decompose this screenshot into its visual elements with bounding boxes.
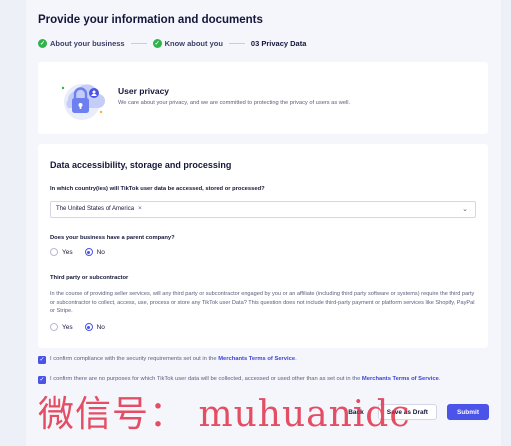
chevron-down-icon[interactable]: ⌄ <box>462 205 468 213</box>
consent-data-purpose-checkbox[interactable]: ✓ I confirm there are no purposes for wh… <box>38 375 478 384</box>
radio-selected-icon <box>84 323 93 331</box>
merchants-terms-link[interactable]: Merchants Terms of Service <box>218 356 295 362</box>
remove-tag-icon[interactable]: × <box>138 205 142 212</box>
data-accessibility-card: Data accessibility, storage and processi… <box>38 144 488 348</box>
radio-label: No <box>96 248 105 256</box>
checkbox-checked-icon[interactable]: ✓ <box>38 355 46 364</box>
radio-label: Yes <box>62 248 73 256</box>
consent-text: I confirm there are no purposes for whic… <box>50 376 441 382</box>
step-divider <box>228 43 245 44</box>
parent-company-question-label: Does your business have a parent company… <box>50 235 175 241</box>
step-label: Know about you <box>164 39 223 48</box>
privacy-lock-illustration-icon <box>61 84 105 120</box>
country-select[interactable]: The United States of America × ⌄ <box>50 201 476 218</box>
stepper: ✓ About your business ✓ Know about you 0… <box>38 39 306 48</box>
parent-company-radio-group: Yes No <box>50 248 117 256</box>
consent-security-checkbox[interactable]: ✓ I confirm compliance with the security… <box>38 355 478 364</box>
merchants-terms-link[interactable]: Merchants Terms of Service <box>362 376 439 382</box>
country-tag-label: The United States of America <box>56 205 135 212</box>
step-label: 03 Privacy Data <box>250 39 307 48</box>
step-privacy-data[interactable]: 03 Privacy Data <box>251 39 306 48</box>
third-party-description: In the course of providing seller servic… <box>50 291 475 315</box>
check-circle-icon: ✓ <box>38 39 47 48</box>
section-title: Data accessibility, storage and processi… <box>50 160 232 170</box>
parent-yes-radio[interactable]: Yes <box>50 248 73 256</box>
user-privacy-description: We care about your privacy, and we are c… <box>118 100 351 106</box>
radio-circle-icon <box>50 248 58 256</box>
check-circle-icon: ✓ <box>152 39 162 48</box>
submit-button[interactable]: Submit <box>446 404 489 420</box>
third-party-title: Third party or subcontractor <box>50 275 129 281</box>
page-title: Provide your information and documents <box>38 14 263 26</box>
step-divider <box>130 43 147 44</box>
checkbox-checked-icon[interactable]: ✓ <box>38 375 46 384</box>
radio-selected-icon <box>84 248 93 256</box>
country-question-label: In which country(ies) will TikTok user d… <box>50 186 265 192</box>
step-about-business[interactable]: ✓ About your business <box>38 39 125 48</box>
consent-text: I confirm compliance with the security r… <box>50 356 297 362</box>
country-tag: The United States of America × <box>56 205 142 212</box>
third-party-radio-group: Yes No <box>50 323 117 331</box>
third-party-no-radio[interactable]: No <box>84 323 105 331</box>
watermark-text: 微信号： muhuanidc <box>38 394 411 435</box>
radio-circle-icon <box>50 323 58 331</box>
main-panel: Provide your information and documents ✓… <box>26 0 501 446</box>
third-party-yes-radio[interactable]: Yes <box>50 323 73 331</box>
user-privacy-title: User privacy <box>118 86 170 96</box>
step-know-about-you[interactable]: ✓ Know about you <box>152 39 223 48</box>
radio-label: Yes <box>62 323 73 331</box>
step-label: About your business <box>50 39 125 48</box>
user-privacy-card: User privacy We care about your privacy,… <box>38 62 488 134</box>
parent-no-radio[interactable]: No <box>84 248 105 256</box>
radio-label: No <box>96 323 105 331</box>
